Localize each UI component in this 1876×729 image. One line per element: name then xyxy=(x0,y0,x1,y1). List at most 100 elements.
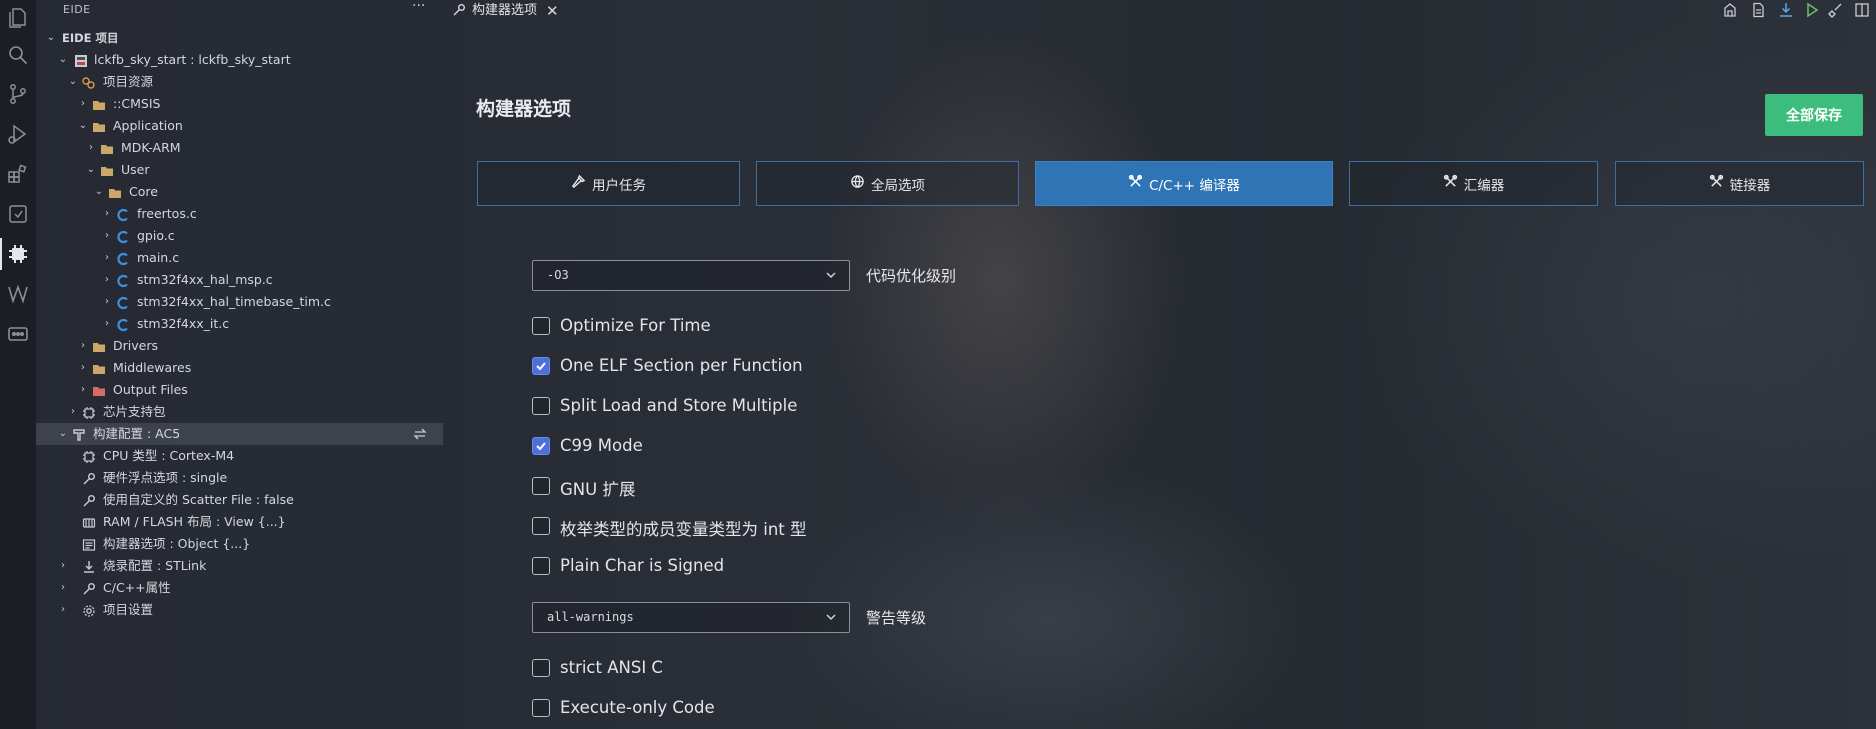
checkbox[interactable] xyxy=(532,659,550,677)
tree-item-resources[interactable]: ⌄ 项目资源 xyxy=(36,71,443,93)
more-actions-icon[interactable]: ··· xyxy=(412,0,425,14)
folder-icon xyxy=(92,361,106,375)
tree-item-output-files[interactable]: › Output Files xyxy=(36,379,443,401)
tree-item-hal-msp-c[interactable]: › stm32f4xx_hal_msp.c xyxy=(36,269,443,291)
checkbox-checked[interactable] xyxy=(532,357,550,375)
chevron-down-icon xyxy=(825,261,837,290)
chevron-down-icon: ⌄ xyxy=(68,76,78,87)
tab-linker[interactable]: 链接器 xyxy=(1615,161,1864,206)
split-editor-icon[interactable] xyxy=(1854,2,1870,18)
chevron-right-icon: › xyxy=(61,582,65,593)
serial-monitor-icon[interactable] xyxy=(6,322,30,346)
file-icon[interactable] xyxy=(1750,2,1766,18)
chevron-right-icon: › xyxy=(105,208,109,219)
tree-item-chip-pack[interactable]: › 芯片支持包 xyxy=(36,401,443,423)
tree-item-core[interactable]: ⌄ Core xyxy=(36,181,443,203)
tree-item-user[interactable]: ⌄ User xyxy=(36,159,443,181)
save-all-button[interactable]: 全部保存 xyxy=(1765,94,1863,136)
chip-icon xyxy=(82,449,96,463)
tree-item-build-config[interactable]: ⌄ 构建配置 : AC5 xyxy=(36,423,443,445)
checkbox[interactable] xyxy=(532,317,550,335)
sidebar: EIDE ··· ⌄ EIDE 项目 ⌄ lckfb_sky_start : l… xyxy=(36,0,443,729)
tree-item-cpp-props[interactable]: › C/C++属性 xyxy=(36,577,443,599)
waveform-icon[interactable] xyxy=(6,282,30,306)
warning-level-label: 警告等级 xyxy=(866,609,927,627)
wrench-icon xyxy=(82,471,96,485)
run-debug-icon[interactable] xyxy=(6,122,30,146)
search-icon[interactable] xyxy=(6,43,30,67)
chevron-right-icon: › xyxy=(105,274,109,285)
checkbox[interactable] xyxy=(532,517,550,535)
folder-icon xyxy=(92,339,106,353)
extensions-icon[interactable] xyxy=(6,162,30,186)
folder-icon xyxy=(92,119,106,133)
chevron-right-icon: › xyxy=(105,296,109,307)
tab-global-options[interactable]: 全局选项 xyxy=(756,161,1019,206)
tree-item-application[interactable]: ⌄ Application xyxy=(36,115,443,137)
remote-explorer-icon[interactable] xyxy=(6,202,30,226)
optimization-level-select[interactable]: -O3 xyxy=(532,260,850,291)
tab-assembler[interactable]: 汇编器 xyxy=(1349,161,1598,206)
tree-item-drivers[interactable]: › Drivers xyxy=(36,335,443,357)
tree-item-flash-config[interactable]: › 烧录配置 : STLink xyxy=(36,555,443,577)
build-icon[interactable] xyxy=(1722,2,1738,18)
close-icon[interactable]: ✕ xyxy=(546,0,559,22)
folder-icon xyxy=(100,141,114,155)
eide-chip-icon[interactable] xyxy=(0,238,30,270)
tree-item-main-c[interactable]: › main.c xyxy=(36,247,443,269)
tools-icon xyxy=(1128,174,1143,193)
explorer-icon[interactable] xyxy=(6,6,30,30)
tree-item-middlewares[interactable]: › Middlewares xyxy=(36,357,443,379)
section-title: EIDE 项目 xyxy=(62,31,119,45)
page-title: 构建器选项 xyxy=(476,98,572,120)
chevron-right-icon: › xyxy=(105,252,109,263)
download-icon xyxy=(82,559,96,573)
checkbox[interactable] xyxy=(532,397,550,415)
tree-item-fpu[interactable]: 硬件浮点选项 : single xyxy=(36,467,443,489)
optimization-level-label: 代码优化级别 xyxy=(866,267,957,285)
tree-item-cpu-type[interactable]: CPU 类型 : Cortex-M4 xyxy=(36,445,443,467)
c-file-icon xyxy=(116,251,130,266)
chevron-right-icon: › xyxy=(81,384,85,395)
project-icon xyxy=(74,53,88,67)
checkbox-checked[interactable] xyxy=(532,437,550,455)
chevron-down-icon: ⌄ xyxy=(94,186,104,197)
download-icon[interactable] xyxy=(1778,2,1794,18)
tree-item-builder-options[interactable]: 构建器选项 : Object {...} xyxy=(36,533,443,555)
tab-label: 构建器选项 xyxy=(472,3,538,18)
chevron-down-icon: ⌄ xyxy=(86,164,96,175)
tree-item-cmsis[interactable]: › ::CMSIS xyxy=(36,93,443,115)
chevron-right-icon: › xyxy=(81,340,85,351)
warning-level-select[interactable]: all-warnings xyxy=(532,602,850,633)
chevron-right-icon: › xyxy=(105,230,109,241)
wrench-icon xyxy=(82,581,96,595)
checkbox[interactable] xyxy=(532,699,550,717)
gear-icon xyxy=(82,603,96,617)
tab-user-tasks[interactable]: 用户任务 xyxy=(477,161,740,206)
tree-item-project[interactable]: ⌄ lckfb_sky_start : lckfb_sky_start xyxy=(36,49,443,71)
checkbox[interactable] xyxy=(532,477,550,495)
chip-icon xyxy=(82,405,96,419)
tab-cc-compiler[interactable]: C/C++ 编译器 xyxy=(1035,161,1333,206)
switch-toolchain-icon[interactable] xyxy=(412,426,428,442)
source-control-icon[interactable] xyxy=(6,82,30,106)
tools-icon xyxy=(1709,174,1724,193)
c-file-icon xyxy=(116,317,130,332)
tree-item-mdk-arm[interactable]: › MDK-ARM xyxy=(36,137,443,159)
hammer-icon xyxy=(571,174,586,193)
checkbox[interactable] xyxy=(532,557,550,575)
folder-icon xyxy=(108,185,122,199)
sidebar-header: EIDE xyxy=(63,3,91,16)
folder-icon xyxy=(100,163,114,177)
tree-item-freertos-c[interactable]: › freertos.c xyxy=(36,203,443,225)
tree-item-it-c[interactable]: › stm32f4xx_it.c xyxy=(36,313,443,335)
tree-item-scatter[interactable]: 使用自定义的 Scatter File : false xyxy=(36,489,443,511)
resources-icon xyxy=(82,75,96,89)
tree-item-ram-flash[interactable]: RAM / FLASH 布局 : View {...} xyxy=(36,511,443,533)
run-icon[interactable] xyxy=(1804,2,1820,18)
tree-item-gpio-c[interactable]: › gpio.c xyxy=(36,225,443,247)
tree-item-project-settings[interactable]: › 项目设置 xyxy=(36,599,443,621)
clean-icon[interactable] xyxy=(1828,2,1844,18)
tree-item-hal-timebase-c[interactable]: › stm32f4xx_hal_timebase_tim.c xyxy=(36,291,443,313)
tree-section-eide-project[interactable]: ⌄ EIDE 项目 xyxy=(36,27,443,49)
